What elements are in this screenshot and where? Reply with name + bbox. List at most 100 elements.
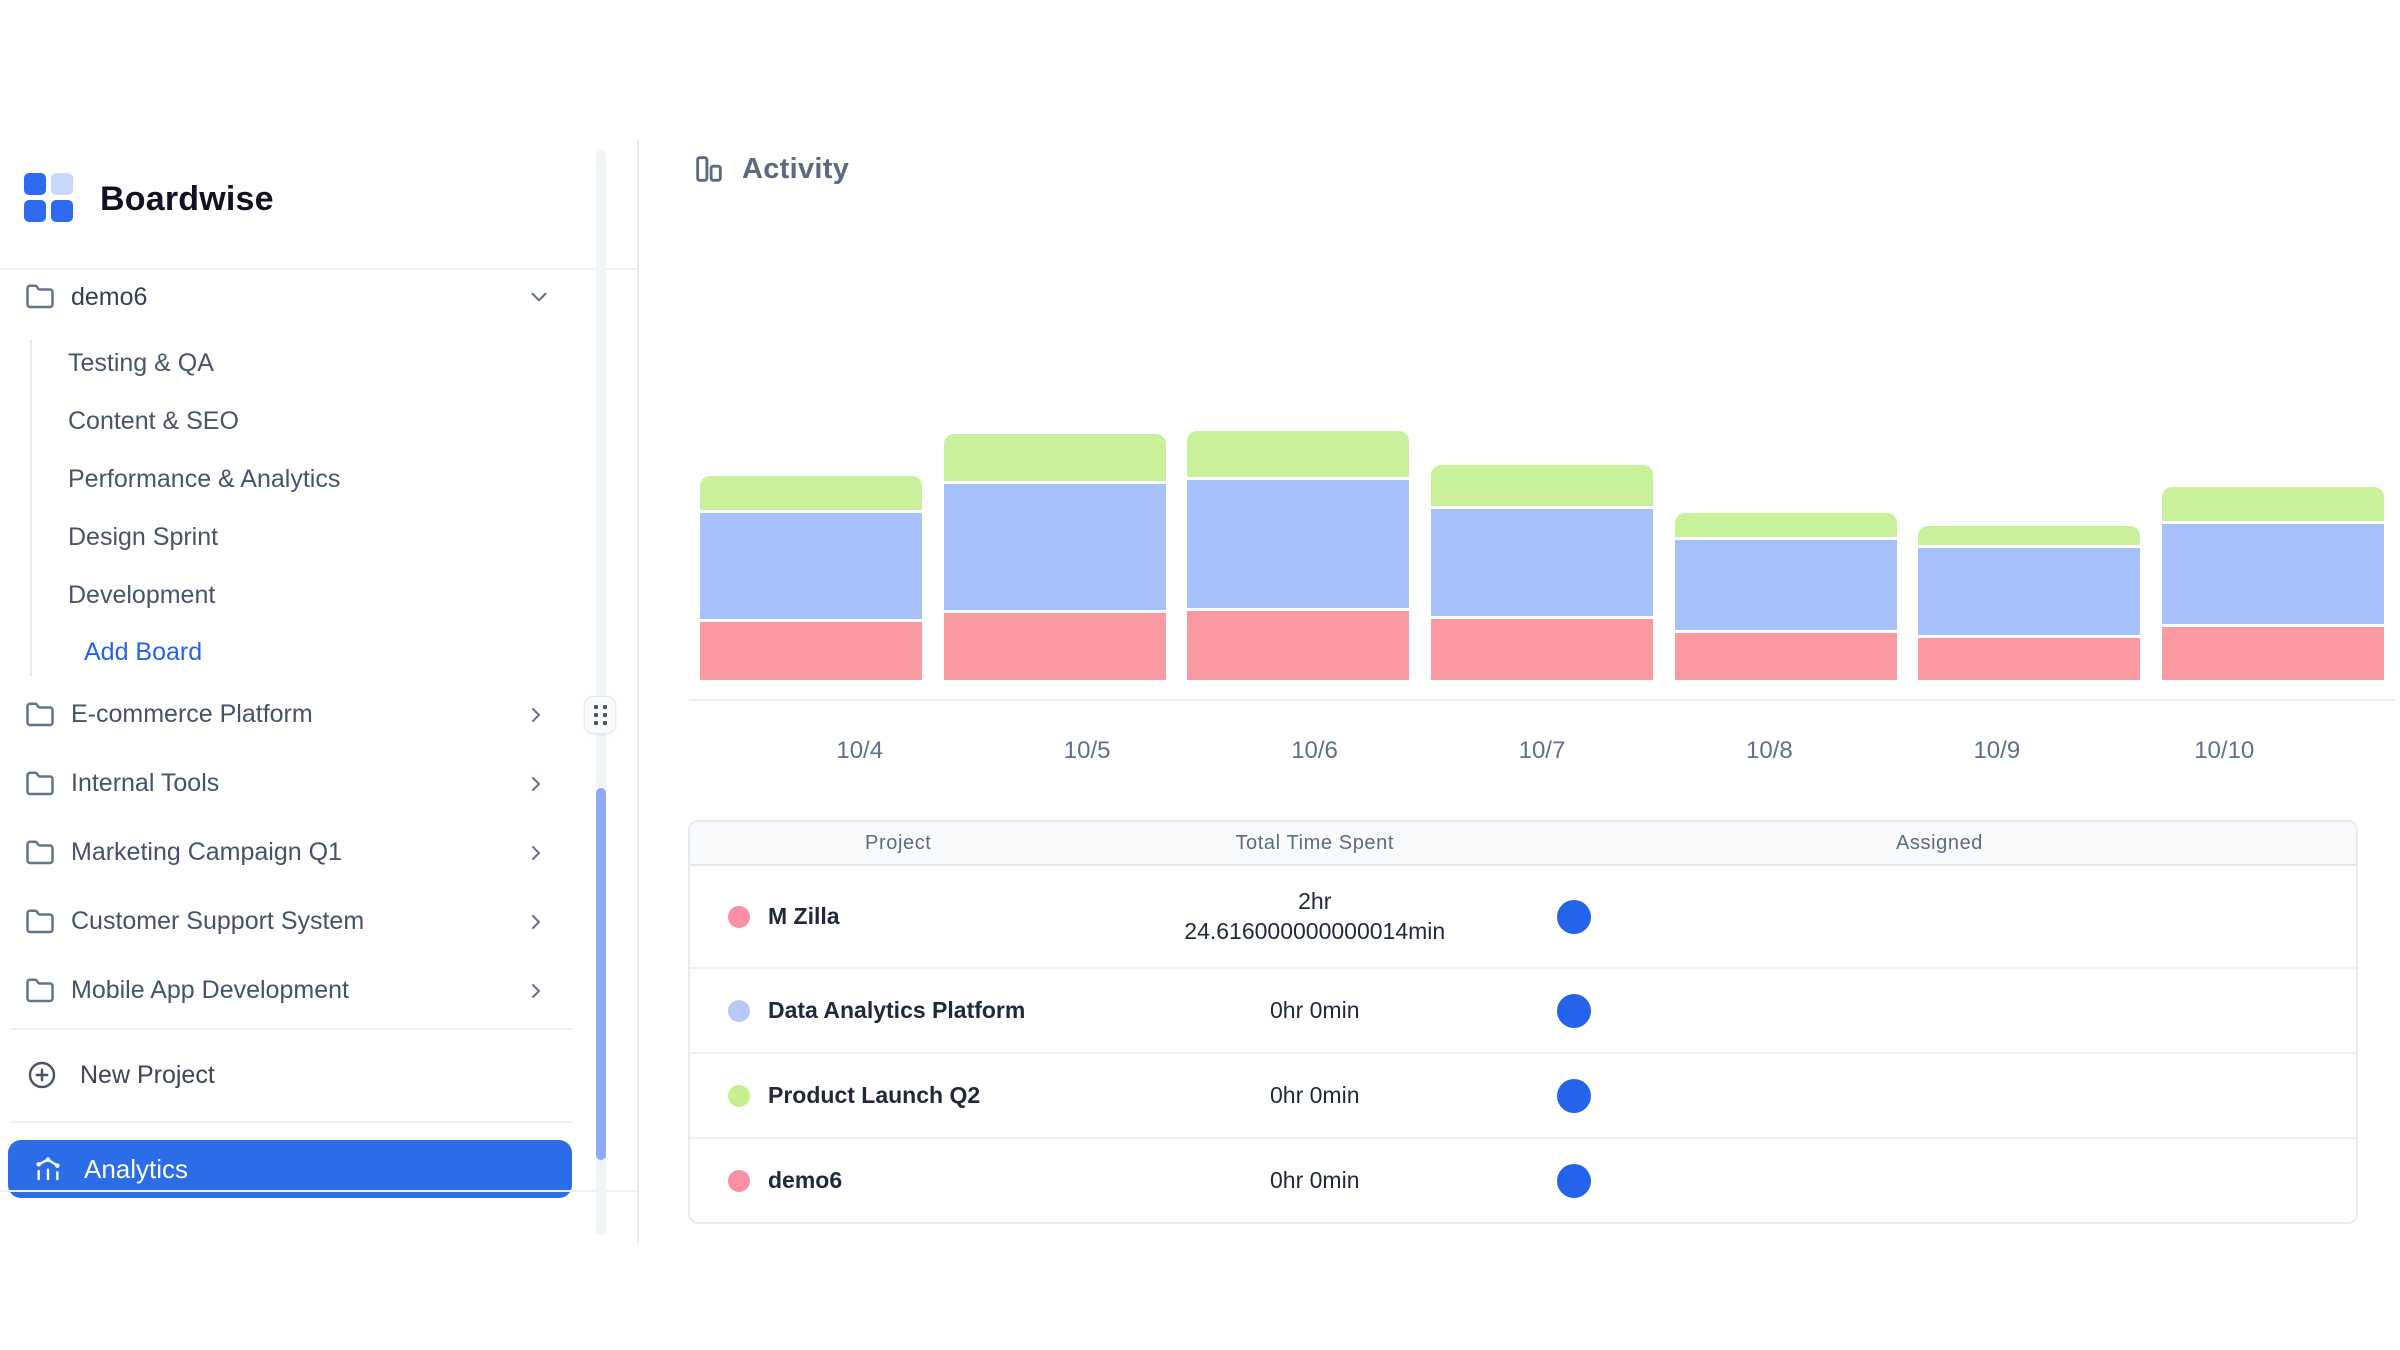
column-header-total-time: Total Time Spent [1107, 832, 1524, 855]
grip-dots-icon [594, 705, 607, 725]
sidebar-board-item[interactable]: Testing & QA [0, 334, 596, 392]
chevron-right-icon[interactable] [524, 979, 548, 1003]
bar-segment [1187, 431, 1409, 480]
project-color-dot [728, 906, 750, 928]
x-axis-tick-label: 10/6 [1201, 737, 1428, 765]
bar-segment [1187, 611, 1409, 680]
chevron-right-icon[interactable] [524, 772, 548, 796]
stacked-bar [2162, 487, 2384, 680]
bar-segment [944, 484, 1166, 613]
sidebar-board-item[interactable]: Content & SEO [0, 392, 596, 450]
folder-icon [25, 769, 55, 799]
bar-segment [1187, 480, 1409, 611]
sidebar-board-item[interactable]: Performance & Analytics [0, 450, 596, 508]
x-axis-line [689, 699, 2395, 701]
bar-segment [2162, 487, 2384, 524]
bar-segment [1918, 638, 2140, 680]
project-cell: M Zilla [690, 903, 1107, 930]
sidebar-project-item[interactable]: Marketing Campaign Q1 [0, 818, 596, 887]
sidebar-project-item[interactable]: Internal Tools [0, 749, 596, 818]
brand-logo-icon [24, 173, 73, 222]
table-row-m-zilla: M Zilla2hr24.616000000000014min [690, 866, 2356, 969]
bar-segment [700, 513, 922, 622]
project-color-dot [728, 1000, 750, 1022]
project-label: Customer Support System [71, 907, 364, 936]
bar-group-10/4 [689, 400, 933, 680]
sidebar-board-item[interactable]: Development [0, 566, 596, 624]
assigned-cell [1523, 994, 2356, 1028]
chevron-right-icon[interactable] [524, 910, 548, 934]
folder-icon [25, 838, 55, 868]
logo-square [51, 200, 73, 222]
x-axis-labels: 10/410/510/610/710/810/910/10 [689, 737, 2395, 765]
assigned-avatar[interactable] [1557, 1164, 1591, 1198]
bar-segment [1918, 548, 2140, 638]
project-label: Mobile App Development [71, 976, 349, 1005]
sidebar-project-item[interactable]: E-commerce Platform [0, 680, 596, 749]
project-color-dot [728, 1085, 750, 1107]
sidebar-divider [0, 268, 637, 270]
stacked-bar [1918, 526, 2140, 680]
sidebar-resize-handle[interactable] [584, 696, 616, 734]
bar-segment [1431, 509, 1653, 619]
chevron-right-icon[interactable] [524, 703, 548, 727]
bar-segment [1675, 540, 1897, 633]
project-list: E-commerce Platform Internal Tools Marketi… [0, 680, 596, 1025]
project-cell: demo6 [690, 1167, 1107, 1194]
active-project-label: demo6 [71, 283, 147, 312]
bar-group-10/6 [1176, 400, 1420, 680]
assigned-avatar[interactable] [1557, 994, 1591, 1028]
chevron-down-icon[interactable] [526, 284, 552, 310]
table-row-product-launch-q2: Product Launch Q20hr 0min [690, 1054, 2356, 1139]
add-board-button[interactable]: Add Board [0, 624, 596, 680]
brand-name: Boardwise [100, 180, 274, 219]
table-header-row: Project Total Time Spent Assigned [690, 822, 2356, 866]
sidebar-board-item[interactable]: Design Sprint [0, 508, 596, 566]
stacked-bar [1675, 513, 1897, 680]
time-value: 0hr 0min [1107, 1166, 1524, 1196]
sidebar-divider [10, 1121, 573, 1123]
total-time-cell: 0hr 0min [1107, 996, 1524, 1026]
x-axis-tick-label: 10/8 [1656, 737, 1883, 765]
board-list: Testing & QAContent & SEOPerformance & A… [0, 334, 596, 624]
sidebar-item-demo6[interactable]: demo6 [0, 278, 596, 316]
table-row-data-analytics-platform: Data Analytics Platform0hr 0min [690, 969, 2356, 1054]
project-label: E-commerce Platform [71, 700, 313, 729]
new-project-label: New Project [80, 1061, 215, 1090]
bar-segment [944, 434, 1166, 484]
bar-group-10/9 [1908, 400, 2152, 680]
time-value: 0hr 0min [1107, 996, 1524, 1026]
bar-group-10/5 [933, 400, 1177, 680]
app-root: Boardwise demo6 Testing & QAContent & SE… [0, 0, 2400, 1350]
bar-chart-icon [692, 152, 726, 186]
analytics-chart-icon [32, 1153, 64, 1185]
stacked-bar [944, 434, 1166, 680]
x-axis-tick-label: 10/10 [2111, 737, 2338, 765]
total-time-cell: 2hr24.616000000000014min [1107, 887, 1524, 947]
assigned-avatar[interactable] [1557, 900, 1591, 934]
sidebar-divider [10, 1028, 573, 1030]
project-name: demo6 [768, 1167, 842, 1194]
bar-segment [700, 476, 922, 513]
table-row-demo6: demo6 0hr 0min [690, 1139, 2356, 1222]
bar-group-10/8 [1664, 400, 1908, 680]
analytics-label: Analytics [84, 1154, 188, 1185]
assigned-cell [1523, 900, 2356, 934]
bar-segment [1918, 526, 2140, 548]
assigned-avatar[interactable] [1557, 1079, 1591, 1113]
folder-icon [25, 700, 55, 730]
folder-icon [25, 282, 55, 312]
project-label: Marketing Campaign Q1 [71, 838, 342, 867]
new-project-button[interactable]: New Project [0, 1048, 573, 1102]
assigned-cell [1523, 1079, 2356, 1113]
sidebar-right-border [637, 140, 639, 1243]
sidebar-scrollbar-thumb[interactable] [596, 788, 606, 1160]
bar-segment [1431, 619, 1653, 680]
chevron-right-icon[interactable] [524, 841, 548, 865]
project-cell: Data Analytics Platform [690, 997, 1107, 1024]
sidebar-project-item[interactable]: Customer Support System [0, 887, 596, 956]
sidebar-project-item[interactable]: Mobile App Development [0, 956, 596, 1025]
project-color-dot [728, 1170, 750, 1192]
column-header-assigned: Assigned [1523, 832, 2356, 855]
column-header-project: Project [690, 832, 1107, 855]
